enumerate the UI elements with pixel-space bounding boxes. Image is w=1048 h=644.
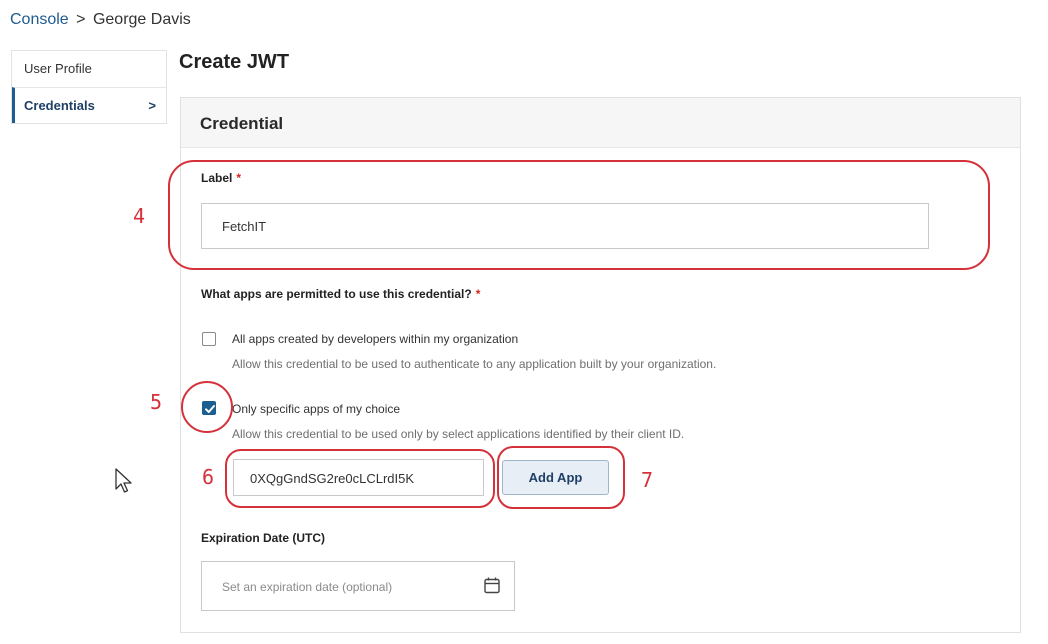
breadcrumb-console-link[interactable]: Console [10,11,69,28]
page-title: Create JWT [179,51,290,73]
sidebar-item-label: Credentials [24,98,95,113]
specific-apps-option-title[interactable]: Only specific apps of my choice [232,402,400,416]
annotation-number-4: 4 [133,204,146,228]
expiration-date-input[interactable]: Set an expiration date (optional) [201,561,515,611]
breadcrumb-separator: > [76,11,86,28]
card-header: Credential [181,98,1020,148]
specific-apps-option-description: Allow this credential to be used only by… [232,427,685,441]
all-apps-option-title[interactable]: All apps created by developers within my… [232,332,518,346]
all-apps-checkbox[interactable] [202,332,216,346]
annotation-number-5: 5 [150,390,163,414]
sidebar-item-user-profile[interactable]: User Profile [12,51,166,87]
annotation-number-7: 7 [641,468,654,492]
apps-question-label: What apps are permitted to use this cred… [201,287,480,301]
breadcrumb-current: George Davis [92,11,191,28]
annotation-outline-label [168,160,990,270]
expiration-placeholder: Set an expiration date (optional) [222,580,393,594]
annotation-outline-client-id [225,449,495,508]
all-apps-option-description: Allow this credential to be used to auth… [232,357,717,371]
chevron-right-icon: > [148,98,156,113]
sidebar-item-label: User Profile [24,61,92,76]
annotation-outline-add-app [497,446,625,509]
breadcrumb: Console > George Davis [10,11,191,29]
sidebar: User Profile Credentials > [11,50,167,124]
annotation-outline-checkbox [181,381,233,433]
mouse-cursor-icon [115,468,132,493]
expiration-label: Expiration Date (UTC) [201,531,326,545]
required-mark: * [475,287,481,301]
card-title: Credential [200,114,284,133]
calendar-icon[interactable] [484,577,500,594]
sidebar-item-credentials[interactable]: Credentials > [12,87,166,123]
annotation-number-6: 6 [202,465,215,489]
apps-question-text: What apps are permitted to use this cred… [201,287,472,301]
